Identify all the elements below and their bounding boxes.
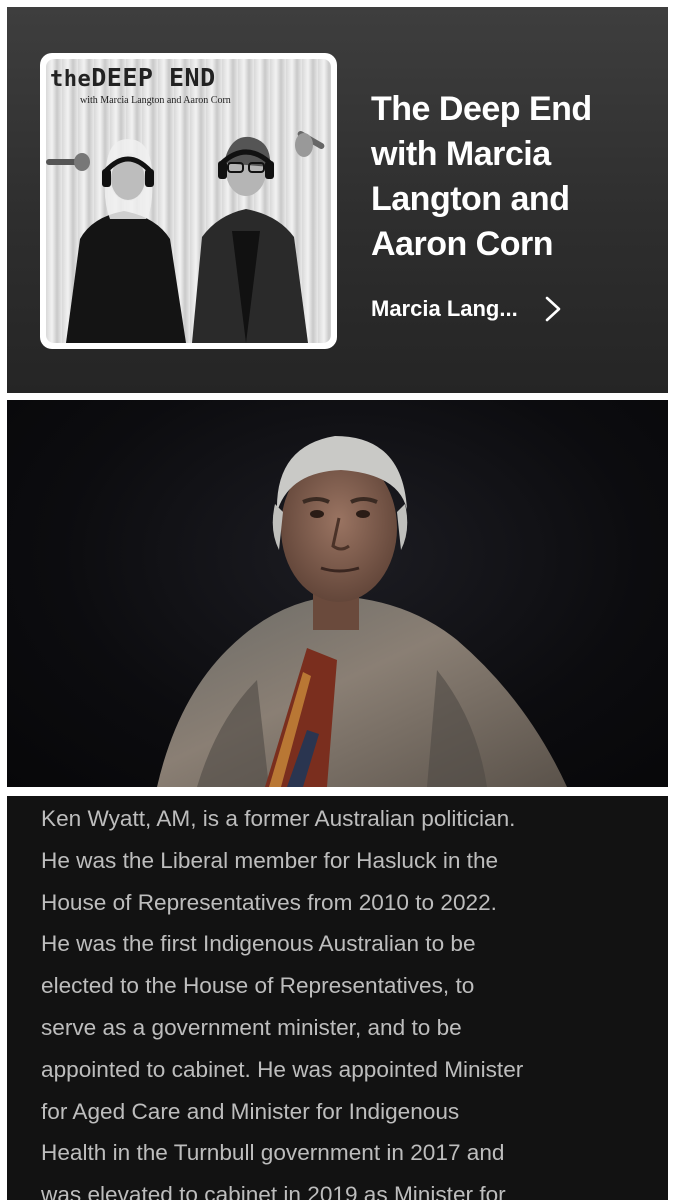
podcast-cover-art[interactable]: theDEEP END with Marcia Langton and Aaro… xyxy=(40,53,337,349)
podcast-title-line: Langton and xyxy=(371,180,570,218)
podcast-author-name[interactable]: Marcia Lang... xyxy=(371,296,518,322)
host-right-figure xyxy=(192,136,308,343)
bio-line: elected to the House of Representatives,… xyxy=(41,973,475,999)
microphone-left-icon xyxy=(46,153,90,171)
chevron-right-icon[interactable] xyxy=(542,295,564,323)
bio-line: Ken Wyatt, AM, is a former Australian po… xyxy=(41,806,516,831)
cover-photo-hosts xyxy=(46,131,325,343)
bio-line: Health in the Turnbull government in 201… xyxy=(41,1140,505,1166)
bio-text: Ken Wyatt, AM, is a former Australian po… xyxy=(41,798,651,1200)
podcast-title-line: Aaron Corn xyxy=(371,225,554,263)
bio-line: serve as a government minister, and to b… xyxy=(41,1014,462,1040)
podcast-title: The Deep End with Marcia Langton and Aar… xyxy=(371,87,651,267)
podcast-title-line: with Marcia xyxy=(371,135,551,173)
bio-line: for Aged Care and Minister for Indigenou… xyxy=(41,1098,460,1124)
cover-image: theDEEP END with Marcia Langton and Aaro… xyxy=(46,59,331,343)
bio-line: House of Representatives from 2010 to 20… xyxy=(41,889,497,915)
bio-line: He was the first Indigenous Australian t… xyxy=(41,931,476,957)
bio-line: was elevated to cabinet in 2019 as Minis… xyxy=(41,1182,506,1200)
microphone-right-icon xyxy=(295,131,325,157)
podcast-title-line: The Deep End xyxy=(371,90,592,128)
bio-line: appointed to cabinet. He was appointed M… xyxy=(41,1056,524,1082)
portrait-illustration xyxy=(157,436,567,787)
bio-section: Ken Wyatt, AM, is a former Australian po… xyxy=(7,796,668,1200)
portrait-photo xyxy=(7,400,668,787)
podcast-author-link[interactable]: Marcia Lang... xyxy=(371,291,631,327)
podcast-header: theDEEP END with Marcia Langton and Aaro… xyxy=(7,7,668,393)
bio-line: He was the Liberal member for Hasluck in… xyxy=(41,847,499,873)
